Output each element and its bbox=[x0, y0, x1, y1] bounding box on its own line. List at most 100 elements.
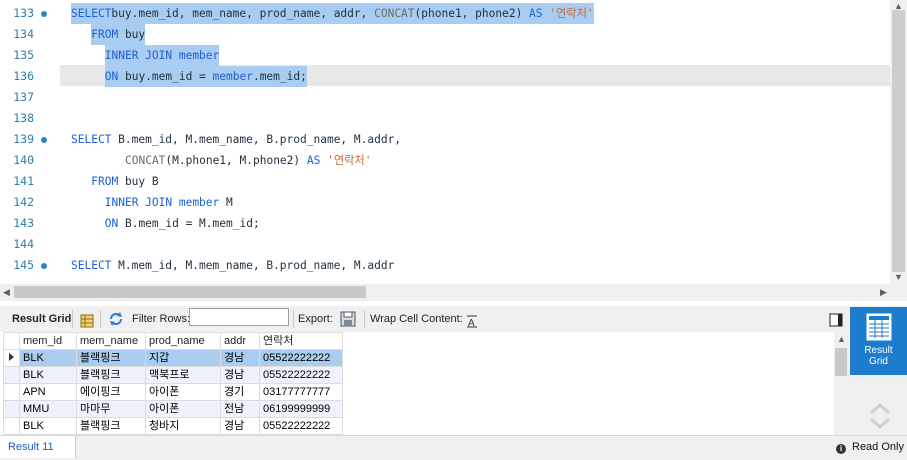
code-text[interactable]: SELECT M.mem_id, M.mem_name, B.prod_name… bbox=[71, 255, 394, 276]
statement-marker-icon[interactable] bbox=[41, 137, 47, 143]
cell-mem-name[interactable]: 마마무 bbox=[76, 400, 146, 418]
cell-mem-id[interactable]: APN bbox=[19, 383, 77, 401]
code-text[interactable]: FROM buy B bbox=[91, 171, 158, 192]
line-number: 141 bbox=[13, 174, 34, 188]
code-line[interactable]: 144 bbox=[0, 234, 890, 255]
panel-collapse-chevron-icon[interactable] bbox=[868, 401, 892, 431]
scroll-down-icon[interactable]: ▼ bbox=[894, 272, 903, 282]
code-text[interactable]: FROM buy bbox=[91, 24, 146, 45]
grid-scroll-up-icon[interactable]: ▲ bbox=[837, 334, 846, 344]
table-row[interactable]: MMU 마마무 아이폰 전남 06199999999 bbox=[3, 400, 343, 418]
table-row[interactable]: APN 에이핑크 아이폰 경기 03177777777 bbox=[3, 383, 343, 401]
code-line[interactable]: 134 FROM buy bbox=[0, 24, 890, 45]
row-pointer-icon[interactable] bbox=[3, 349, 20, 367]
table-row[interactable]: BLK 블랙핑크 청바지 경남 05522222222 bbox=[3, 417, 343, 435]
cell-mem-id[interactable]: MMU bbox=[19, 400, 77, 418]
table-header-row: mem_id mem_name prod_name addr 연락처 bbox=[3, 332, 343, 350]
toolbar-separator bbox=[72, 310, 73, 328]
cell-contact[interactable]: 05522222222 bbox=[259, 366, 343, 384]
line-number: 142 bbox=[13, 195, 34, 209]
column-header-prod-name[interactable]: prod_name bbox=[145, 332, 221, 350]
line-number: 138 bbox=[13, 111, 34, 125]
row-indicator[interactable] bbox=[3, 417, 20, 435]
line-number: 145 bbox=[13, 258, 34, 272]
filter-rows-input[interactable] bbox=[189, 308, 289, 326]
code-line[interactable]: 141 FROM buy B bbox=[0, 171, 890, 192]
cell-contact[interactable]: 03177777777 bbox=[259, 383, 343, 401]
code-line[interactable]: 139 SELECT B.mem_id, M.mem_name, B.prod_n… bbox=[0, 129, 890, 150]
line-number: 135 bbox=[13, 48, 34, 62]
code-line[interactable]: 135 INNER JOIN member bbox=[0, 45, 890, 66]
cell-prod-name[interactable]: 지갑 bbox=[145, 349, 221, 367]
row-indicator[interactable] bbox=[3, 383, 20, 401]
code-line[interactable]: 138 bbox=[0, 108, 890, 129]
export-icon[interactable] bbox=[340, 310, 358, 328]
refresh-icon[interactable] bbox=[108, 311, 124, 327]
result-toolbar: Result Grid Filter Rows: Export: Wrap Ce… bbox=[0, 306, 848, 333]
cell-mem-id[interactable]: BLK bbox=[19, 349, 77, 367]
column-header-addr[interactable]: addr bbox=[220, 332, 260, 350]
code-text[interactable]: ON buy.mem_id = member.mem_id; bbox=[104, 66, 307, 87]
code-text[interactable]: SELECTbuy.mem_id, mem_name, prod_name, a… bbox=[71, 3, 594, 24]
result-grid-side-label-1: Result bbox=[864, 345, 893, 356]
toggle-panel-icon[interactable] bbox=[829, 311, 843, 327]
code-line[interactable]: 145 SELECT M.mem_id, M.mem_name, B.prod_n… bbox=[0, 255, 890, 276]
wrap-toggle-icon[interactable]: A bbox=[466, 312, 478, 329]
cell-addr[interactable]: 경남 bbox=[220, 349, 260, 367]
code-line[interactable]: 143 ON B.mem_id = M.mem_id; bbox=[0, 213, 890, 234]
cell-contact[interactable]: 06199999999 bbox=[259, 400, 343, 418]
wrap-cell-content-label: Wrap Cell Content: bbox=[370, 313, 463, 325]
line-number: 140 bbox=[13, 153, 34, 167]
code-line[interactable]: 133 SELECTbuy.mem_id, mem_name, prod_name… bbox=[0, 3, 890, 24]
table-row[interactable]: BLK 블랙핑크 지갑 경남 05522222222 bbox=[3, 349, 343, 367]
code-text[interactable]: ON B.mem_id = M.mem_id; bbox=[105, 213, 260, 234]
statement-marker-icon[interactable] bbox=[41, 11, 47, 17]
cell-contact[interactable]: 05522222222 bbox=[259, 417, 343, 435]
scroll-right-icon[interactable]: ▶ bbox=[880, 287, 887, 297]
cell-addr[interactable]: 전남 bbox=[220, 400, 260, 418]
editor-vertical-scroll-thumb[interactable] bbox=[892, 10, 905, 272]
result-grid-label[interactable]: Result Grid bbox=[12, 306, 71, 332]
column-header-mem-name[interactable]: mem_name bbox=[76, 332, 146, 350]
grid-vertical-scroll-thumb[interactable] bbox=[835, 348, 847, 376]
line-number: 144 bbox=[13, 237, 34, 251]
cell-prod-name[interactable]: 맥북프로 bbox=[145, 366, 221, 384]
cell-prod-name[interactable]: 아이폰 bbox=[145, 400, 221, 418]
cell-mem-name[interactable]: 블랙핑크 bbox=[76, 349, 146, 367]
code-line[interactable]: 142 INNER JOIN member M bbox=[0, 192, 890, 213]
line-number: 137 bbox=[13, 90, 34, 104]
cell-mem-name[interactable]: 에이핑크 bbox=[76, 383, 146, 401]
editor-horizontal-scroll-thumb[interactable] bbox=[14, 286, 366, 298]
result-tab[interactable]: Result 11 bbox=[0, 436, 76, 458]
column-header-mem-id[interactable]: mem_id bbox=[19, 332, 77, 350]
row-indicator[interactable] bbox=[3, 366, 20, 384]
grid-layout-icon[interactable] bbox=[80, 312, 94, 328]
table-row[interactable]: BLK 블랙핑크 맥북프로 경남 05522222222 bbox=[3, 366, 343, 384]
cell-addr[interactable]: 경기 bbox=[220, 383, 260, 401]
code-line[interactable]: 136 ON buy.mem_id = member.mem_id; bbox=[0, 66, 890, 87]
code-line[interactable]: 140 CONCAT(M.phone1, M.phone2) AS '연락처' bbox=[0, 150, 890, 171]
cell-mem-id[interactable]: BLK bbox=[19, 366, 77, 384]
cell-addr[interactable]: 경남 bbox=[220, 417, 260, 435]
cell-prod-name[interactable]: 아이폰 bbox=[145, 383, 221, 401]
result-grid-side-button[interactable]: Result Grid bbox=[850, 307, 907, 375]
row-indicator[interactable] bbox=[3, 400, 20, 418]
code-text[interactable]: CONCAT(M.phone1, M.phone2) AS '연락처' bbox=[125, 150, 371, 171]
code-text[interactable]: INNER JOIN member M bbox=[105, 192, 233, 213]
code-text[interactable]: INNER JOIN member bbox=[104, 45, 220, 66]
column-header-contact[interactable]: 연락처 bbox=[259, 332, 343, 350]
read-only-label: Read Only bbox=[852, 441, 904, 453]
cell-contact[interactable]: 05522222222 bbox=[259, 349, 343, 367]
statement-marker-icon[interactable] bbox=[41, 263, 47, 269]
line-number: 136 bbox=[13, 69, 34, 83]
cell-prod-name[interactable]: 청바지 bbox=[145, 417, 221, 435]
code-line[interactable]: 137 bbox=[0, 87, 890, 108]
code-text[interactable]: SELECT B.mem_id, M.mem_name, B.prod_name… bbox=[71, 129, 401, 150]
cell-addr[interactable]: 경남 bbox=[220, 366, 260, 384]
cell-mem-name[interactable]: 블랙핑크 bbox=[76, 417, 146, 435]
cell-mem-name[interactable]: 블랙핑크 bbox=[76, 366, 146, 384]
line-number: 143 bbox=[13, 216, 34, 230]
scroll-left-icon[interactable]: ◀ bbox=[3, 287, 10, 297]
cell-mem-id[interactable]: BLK bbox=[19, 417, 77, 435]
sql-editor[interactable]: 133 SELECTbuy.mem_id, mem_name, prod_name… bbox=[0, 0, 907, 284]
